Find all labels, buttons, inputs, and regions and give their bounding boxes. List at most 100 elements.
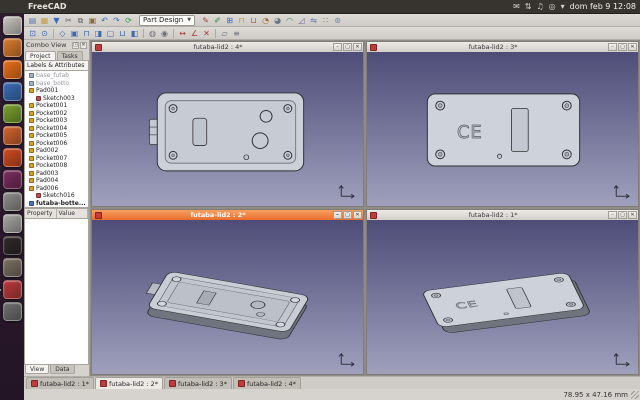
viewport-3d[interactable] bbox=[92, 220, 363, 374]
maximize-button[interactable]: ▢ bbox=[343, 211, 352, 219]
mail-indicator-icon[interactable]: ✉ bbox=[513, 0, 520, 14]
viewport-canvas[interactable]: CE bbox=[367, 220, 638, 374]
freecad-icon[interactable] bbox=[3, 280, 22, 299]
tree-item[interactable]: Pocket001 bbox=[26, 102, 88, 110]
trash-icon[interactable] bbox=[3, 302, 22, 321]
tree-item[interactable]: Pocket007 bbox=[26, 155, 88, 163]
files-icon[interactable] bbox=[3, 38, 22, 57]
close-panel-button[interactable]: ✕ bbox=[80, 42, 87, 49]
redo-button[interactable]: ↷ bbox=[111, 15, 122, 26]
clock[interactable]: dom feb 9 12:08 bbox=[570, 2, 636, 11]
document-tab[interactable]: futaba-lid2 : 4* bbox=[233, 377, 301, 389]
tab-data-properties[interactable]: Data bbox=[50, 365, 74, 374]
tree-item[interactable]: base_botto bbox=[26, 80, 88, 88]
box-selection-button[interactable]: ▱ bbox=[219, 28, 230, 39]
clear-measurement-button[interactable]: ✕ bbox=[201, 28, 212, 39]
tree-item[interactable]: Sketch016 bbox=[26, 192, 88, 200]
tree-item[interactable]: Pocket004 bbox=[26, 125, 88, 133]
tree-item[interactable]: Pocket002 bbox=[26, 110, 88, 118]
edit-sketch-button[interactable]: ✐ bbox=[212, 15, 223, 26]
create-sketch-button[interactable]: ✎ bbox=[200, 15, 211, 26]
sound-indicator-icon[interactable]: ♫ bbox=[536, 0, 543, 14]
float-panel-button[interactable]: ◳ bbox=[72, 42, 79, 49]
paste-button[interactable]: ▣ bbox=[87, 15, 98, 26]
cut-button[interactable]: ✂ bbox=[63, 15, 74, 26]
tab-view-properties[interactable]: View bbox=[25, 365, 49, 374]
tree-item[interactable]: Pad003 bbox=[26, 170, 88, 178]
draw-style-button[interactable]: ◍ bbox=[147, 28, 158, 39]
minimize-button[interactable]: – bbox=[608, 43, 617, 51]
close-button[interactable]: ✕ bbox=[353, 43, 362, 51]
tree-item[interactable]: Pad004 bbox=[26, 177, 88, 185]
close-button[interactable]: ✕ bbox=[628, 211, 637, 219]
undo-button[interactable]: ↶ bbox=[99, 15, 110, 26]
groove-button[interactable]: ◕ bbox=[272, 15, 283, 26]
viewport-3d[interactable]: CE bbox=[367, 220, 638, 374]
part-futaba-lid-bottom-view[interactable]: CE bbox=[427, 94, 579, 166]
linear-pattern-button[interactable]: ∷ bbox=[320, 15, 331, 26]
system-settings-icon[interactable] bbox=[3, 192, 22, 211]
ubuntu-software-icon[interactable] bbox=[3, 148, 22, 167]
refresh-button[interactable]: ⟳ bbox=[123, 15, 134, 26]
viewport-canvas[interactable] bbox=[92, 52, 363, 206]
left-view-button[interactable]: ◧ bbox=[129, 28, 140, 39]
tab-project[interactable]: Project bbox=[25, 51, 56, 60]
libreoffice-writer-icon[interactable] bbox=[3, 82, 22, 101]
tree-item[interactable]: Pad006 bbox=[26, 185, 88, 193]
maximize-button[interactable]: ▢ bbox=[343, 43, 352, 51]
combo-view-titlebar[interactable]: Combo View ◳ ✕ bbox=[24, 40, 89, 50]
document-tab[interactable]: futaba-lid2 : 3* bbox=[164, 377, 232, 389]
top-view-button[interactable]: ⊓ bbox=[81, 28, 92, 39]
tree-item[interactable]: Sketch003 bbox=[26, 95, 88, 103]
tree-item[interactable]: Pocket005 bbox=[26, 132, 88, 140]
session-indicator-icon[interactable]: ◎ bbox=[549, 0, 556, 14]
document-tab[interactable]: futaba-lid2 : 1* bbox=[26, 377, 94, 389]
resize-grip[interactable] bbox=[631, 391, 639, 399]
tab-tasks[interactable]: Tasks bbox=[57, 51, 83, 60]
new-document-button[interactable]: ▤ bbox=[27, 15, 38, 26]
part-futaba-lid-iso-inside[interactable] bbox=[134, 270, 313, 341]
pad-button[interactable]: ⊓ bbox=[236, 15, 247, 26]
minimize-button[interactable]: – bbox=[608, 211, 617, 219]
workbench-selector[interactable]: Part Design ▼ bbox=[139, 15, 195, 26]
fit-all-button[interactable]: ⊡ bbox=[27, 28, 38, 39]
copy-button[interactable]: ⧉ bbox=[75, 15, 86, 26]
close-button[interactable]: ✕ bbox=[628, 43, 637, 51]
pocket-button[interactable]: ⊔ bbox=[248, 15, 259, 26]
toggle-visibility-button[interactable]: ◉ bbox=[159, 28, 170, 39]
tree-item[interactable]: futaba-botte... bbox=[26, 200, 88, 208]
fillet-button[interactable]: ◠ bbox=[284, 15, 295, 26]
viewport-canvas[interactable]: CE bbox=[367, 52, 638, 206]
tree-item[interactable]: Pad001 bbox=[26, 87, 88, 95]
menu-chevron-icon[interactable]: ▾ bbox=[561, 0, 565, 14]
terminal-icon[interactable] bbox=[3, 236, 22, 255]
tree-item[interactable]: base_futab bbox=[26, 72, 88, 80]
viewport-3d[interactable] bbox=[92, 52, 363, 206]
minimize-button[interactable]: – bbox=[333, 43, 342, 51]
close-button[interactable]: ✕ bbox=[353, 211, 362, 219]
window-titlebar[interactable]: futaba-lid2 : 2* – ▢ ✕ bbox=[92, 210, 363, 220]
gedit-icon[interactable] bbox=[3, 214, 22, 233]
bottom-view-button[interactable]: ⊔ bbox=[117, 28, 128, 39]
maximize-button[interactable]: ▢ bbox=[618, 43, 627, 51]
measure-distance-button[interactable]: ↔ bbox=[177, 28, 188, 39]
mirrored-button[interactable]: ⇋ bbox=[308, 15, 319, 26]
firefox-icon[interactable] bbox=[3, 60, 22, 79]
axonometric-view-button[interactable]: ◇ bbox=[57, 28, 68, 39]
window-titlebar[interactable]: futaba-lid2 : 4* – ▢ ✕ bbox=[92, 42, 363, 52]
tree-item[interactable]: Pocket003 bbox=[26, 117, 88, 125]
part-futaba-lid-iso-outside[interactable]: CE bbox=[422, 272, 592, 334]
tree-item[interactable]: Pocket008 bbox=[26, 162, 88, 170]
tree-item[interactable]: Pocket006 bbox=[26, 140, 88, 148]
chamfer-button[interactable]: ◿ bbox=[296, 15, 307, 26]
window-titlebar[interactable]: futaba-lid2 : 3* – ▢ ✕ bbox=[367, 42, 638, 52]
property-editor[interactable] bbox=[24, 219, 89, 365]
network-indicator-icon[interactable]: ⇅ bbox=[525, 0, 532, 14]
part-futaba-lid-top-view[interactable] bbox=[149, 93, 303, 171]
map-sketch-button[interactable]: ⊞ bbox=[224, 15, 235, 26]
viewport-3d[interactable]: CE bbox=[367, 52, 638, 206]
dash-home-icon[interactable] bbox=[3, 16, 22, 35]
maximize-button[interactable]: ▢ bbox=[618, 211, 627, 219]
viewport-canvas[interactable] bbox=[92, 220, 363, 374]
libreoffice-calc-icon[interactable] bbox=[3, 104, 22, 123]
